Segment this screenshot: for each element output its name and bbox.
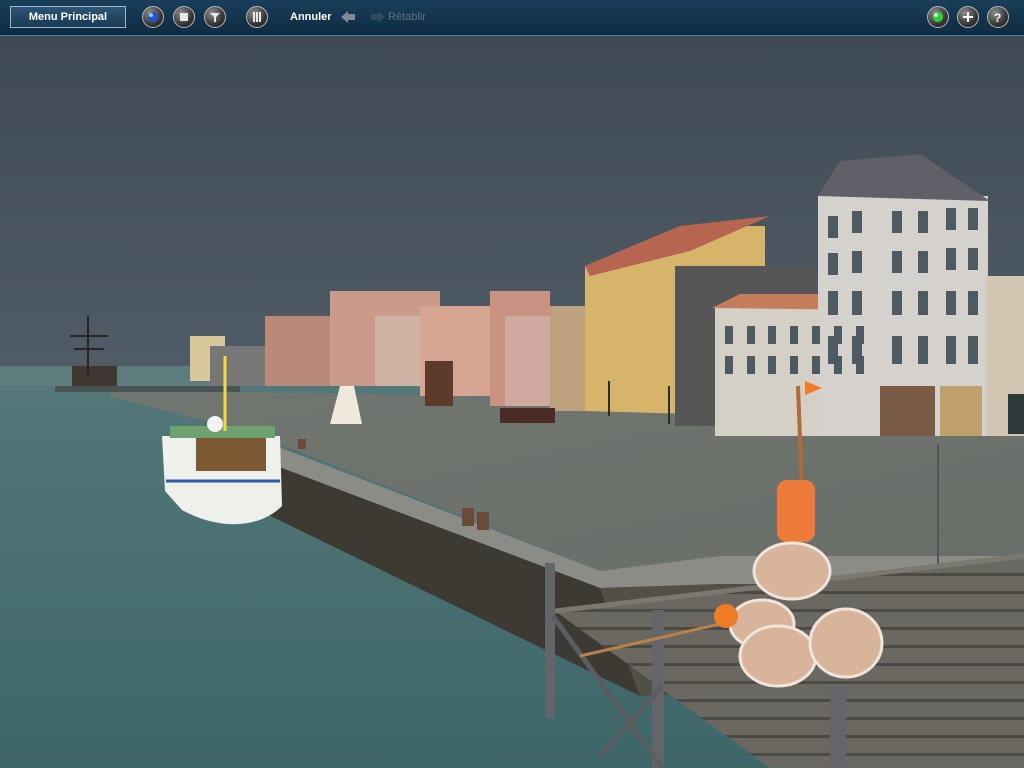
top-toolbar: Menu Principal Annuler Rétablir ?: [0, 0, 1024, 36]
undo-arrow-icon[interactable]: [340, 10, 356, 24]
add-icon: [963, 12, 973, 22]
stop-icon: [180, 13, 188, 21]
drive-icon: [148, 12, 158, 22]
grid-icon: [253, 12, 261, 22]
grid-button[interactable]: [246, 6, 268, 28]
main-menu-button[interactable]: Menu Principal: [10, 6, 126, 28]
3d-viewport[interactable]: [0, 36, 1024, 768]
harbor-scene: [0, 36, 1024, 768]
redo-arrow-icon: [371, 11, 385, 23]
stop-button[interactable]: [173, 6, 195, 28]
drive-button[interactable]: [142, 6, 164, 28]
redo-label: Rétablir: [388, 11, 426, 23]
svg-text:?: ?: [994, 11, 1001, 24]
tools-icon: [210, 13, 220, 22]
green-status-icon: [933, 12, 943, 22]
status-button[interactable]: [927, 6, 949, 28]
tools-button[interactable]: [204, 6, 226, 28]
help-button[interactable]: ?: [987, 6, 1009, 28]
add-button[interactable]: [957, 6, 979, 28]
help-icon: ?: [994, 11, 1001, 24]
undo-label[interactable]: Annuler: [290, 11, 332, 23]
